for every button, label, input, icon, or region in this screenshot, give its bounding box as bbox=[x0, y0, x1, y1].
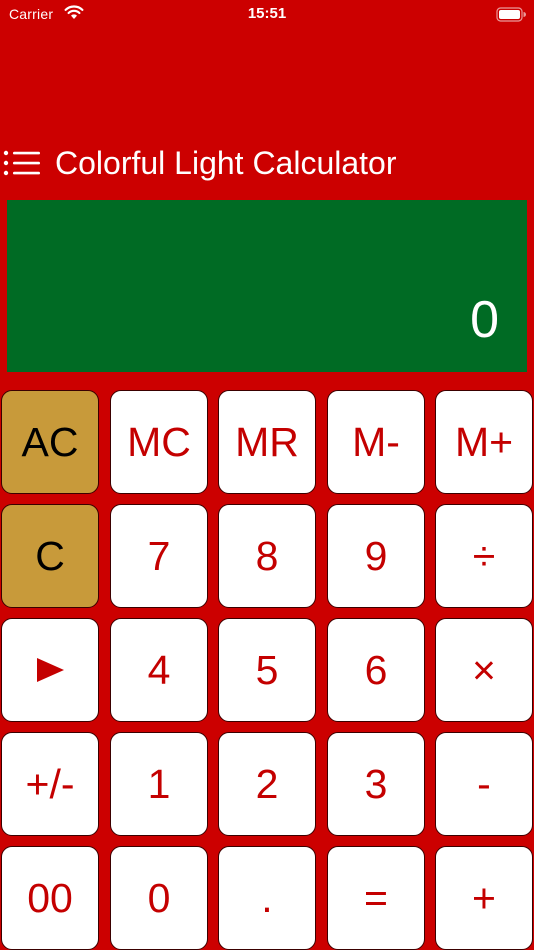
digit-2-button[interactable]: 2 bbox=[218, 732, 316, 836]
decimal-point-button[interactable]: . bbox=[218, 846, 316, 950]
equals-button[interactable]: = bbox=[327, 846, 425, 950]
subtract-button[interactable]: - bbox=[435, 732, 533, 836]
battery-icon bbox=[496, 7, 526, 22]
divide-button[interactable]: ÷ bbox=[435, 504, 533, 608]
app-title: Colorful Light Calculator bbox=[55, 145, 397, 181]
digit-4-button[interactable]: 4 bbox=[110, 618, 208, 722]
status-bar: Carrier 15:51 bbox=[0, 0, 534, 30]
app-header: Colorful Light Calculator bbox=[0, 140, 534, 186]
digit-1-button[interactable]: 1 bbox=[110, 732, 208, 836]
digit-5-button[interactable]: 5 bbox=[218, 618, 316, 722]
memory-recall-button[interactable]: MR bbox=[218, 390, 316, 494]
menu-list-icon[interactable] bbox=[3, 150, 41, 176]
plus-minus-button[interactable]: +/- bbox=[1, 732, 99, 836]
all-clear-button[interactable]: AC bbox=[1, 390, 99, 494]
play-button[interactable] bbox=[1, 618, 99, 722]
digit-8-button[interactable]: 8 bbox=[218, 504, 316, 608]
calculator-display: 0 bbox=[7, 200, 527, 372]
display-value: 0 bbox=[470, 291, 499, 349]
play-icon bbox=[37, 658, 64, 682]
digit-7-button[interactable]: 7 bbox=[110, 504, 208, 608]
multiply-button[interactable]: × bbox=[435, 618, 533, 722]
status-time: 15:51 bbox=[247, 5, 287, 22]
add-button[interactable]: + bbox=[435, 846, 533, 950]
digit-9-button[interactable]: 9 bbox=[327, 504, 425, 608]
digit-3-button[interactable]: 3 bbox=[327, 732, 425, 836]
digit-6-button[interactable]: 6 bbox=[327, 618, 425, 722]
memory-plus-button[interactable]: M+ bbox=[435, 390, 533, 494]
double-zero-button[interactable]: 00 bbox=[1, 846, 99, 950]
clear-button[interactable]: C bbox=[1, 504, 99, 608]
memory-clear-button[interactable]: MC bbox=[110, 390, 208, 494]
memory-minus-button[interactable]: M- bbox=[327, 390, 425, 494]
digit-0-button[interactable]: 0 bbox=[110, 846, 208, 950]
